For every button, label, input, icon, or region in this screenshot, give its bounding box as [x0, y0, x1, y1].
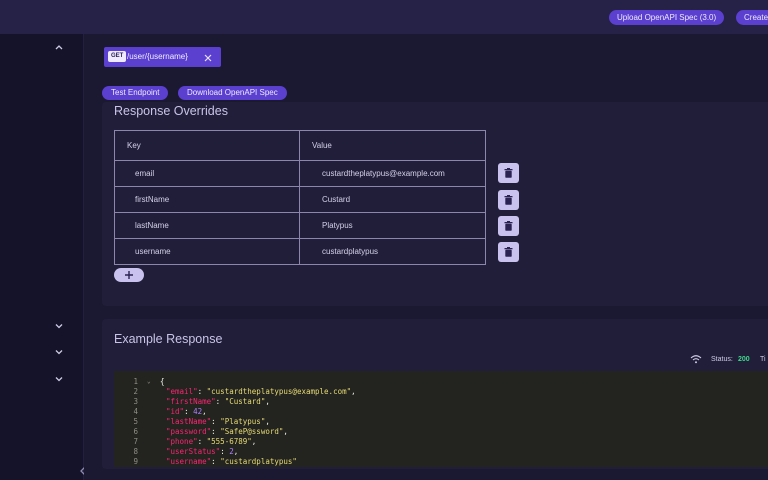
line-number: 9 [133, 457, 138, 466]
column-header-value: Value [299, 130, 486, 161]
json-code-viewer[interactable]: 1 ⌄ { 2 "email": "custardtheplatypus@exa… [114, 371, 768, 467]
delete-row-button[interactable] [498, 163, 519, 183]
code-text: { [160, 377, 165, 386]
json-key: "phone" [166, 437, 198, 446]
line-number: 6 [133, 427, 138, 436]
json-value: "custardplatypus" [220, 457, 297, 466]
close-icon[interactable] [202, 51, 214, 63]
status-label: Status: [711, 356, 733, 363]
code-text: "phone": "555-6789", [166, 437, 257, 446]
plus-icon [125, 271, 133, 279]
top-bar: Upload OpenAPI Spec (3.0) Create [0, 0, 768, 34]
override-value-cell[interactable]: Platypus [299, 212, 486, 239]
json-value: "555-6789" [206, 437, 252, 446]
add-override-button[interactable] [114, 268, 144, 282]
override-key-cell[interactable]: username [114, 238, 300, 265]
table-row: lastName Platypus [114, 212, 486, 239]
download-openapi-button[interactable]: Download OpenAPI Spec [178, 86, 287, 100]
line-number: 1 [133, 377, 138, 386]
code-text: "password": "SafeP@ssword", [166, 427, 288, 436]
chevron-up-icon[interactable] [53, 41, 65, 53]
table-header-row: Key Value [114, 130, 486, 161]
example-response-panel: Example Response Status: 200 Ti 1 ⌄ { 2 … [102, 319, 768, 469]
trash-icon [504, 168, 513, 178]
delete-row-button[interactable] [498, 190, 519, 210]
line-number: 4 [133, 407, 138, 416]
json-value: 2 [229, 447, 234, 456]
sidebar [0, 34, 84, 480]
status-code: 200 [738, 356, 750, 363]
json-key: "email" [166, 387, 198, 396]
override-key-cell[interactable]: email [114, 160, 300, 187]
line-number: 5 [133, 417, 138, 426]
trash-icon [504, 247, 513, 257]
json-value: "custardtheplatypus@example.com" [206, 387, 352, 396]
json-key: "username" [166, 457, 212, 466]
wifi-icon [690, 354, 702, 364]
upload-openapi-button[interactable]: Upload OpenAPI Spec (3.0) [609, 10, 725, 25]
create-button[interactable]: Create [736, 10, 768, 25]
table-row: username custardplatypus [114, 238, 486, 265]
chevron-down-icon[interactable] [53, 346, 65, 358]
response-overrides-panel: Response Overrides Key Value email custa… [102, 102, 768, 306]
time-label-truncated: Ti [760, 356, 766, 363]
endpoint-tab[interactable]: GET /user/{username} [104, 47, 221, 67]
json-value: "SafeP@ssword" [220, 427, 284, 436]
json-value: "Custard" [224, 397, 266, 406]
panel-title: Response Overrides [114, 104, 228, 118]
endpoint-path: /user/{username} [127, 52, 188, 61]
override-key-cell[interactable]: lastName [114, 212, 300, 239]
chevron-down-icon[interactable] [53, 320, 65, 332]
json-key: "lastName" [166, 417, 212, 426]
line-number: 7 [133, 437, 138, 446]
panel-title: Example Response [114, 332, 223, 346]
delete-row-button[interactable] [498, 216, 519, 236]
code-text: "firstName": "Custard", [166, 397, 270, 406]
method-badge: GET [108, 51, 127, 62]
json-value: 42 [193, 407, 203, 416]
json-key: "firstName" [166, 397, 216, 406]
line-number: 8 [133, 447, 138, 456]
json-value: "Platypus" [220, 417, 266, 426]
line-number: 2 [133, 387, 138, 396]
code-text: "username": "custardplatypus" [166, 457, 297, 466]
code-text: "email": "custardtheplatypus@example.com… [166, 387, 356, 396]
json-key: "id" [166, 407, 185, 416]
override-key-cell[interactable]: firstName [114, 186, 300, 213]
trash-icon [504, 221, 513, 231]
table-row: email custardtheplatypus@example.com [114, 160, 486, 187]
chevron-down-icon[interactable] [53, 373, 65, 385]
test-endpoint-button[interactable]: Test Endpoint [102, 86, 169, 100]
json-key: "userStatus" [166, 447, 221, 456]
delete-row-button[interactable] [498, 242, 519, 262]
code-text: "id": 42, [166, 407, 207, 416]
table-row: firstName Custard [114, 186, 486, 213]
overrides-table: Key Value email custardtheplatypus@examp… [114, 130, 486, 265]
override-value-cell[interactable]: Custard [299, 186, 486, 213]
column-header-key: Key [114, 130, 300, 161]
line-number: 3 [133, 397, 138, 406]
override-value-cell[interactable]: custardplatypus [299, 238, 486, 265]
json-key: "password" [166, 427, 212, 436]
fold-chevron-icon[interactable]: ⌄ [147, 377, 151, 387]
override-value-cell[interactable]: custardtheplatypus@example.com [299, 160, 486, 187]
code-text: "userStatus": 2, [166, 447, 239, 456]
trash-icon [504, 195, 513, 205]
code-text: "lastName": "Platypus", [166, 417, 270, 426]
